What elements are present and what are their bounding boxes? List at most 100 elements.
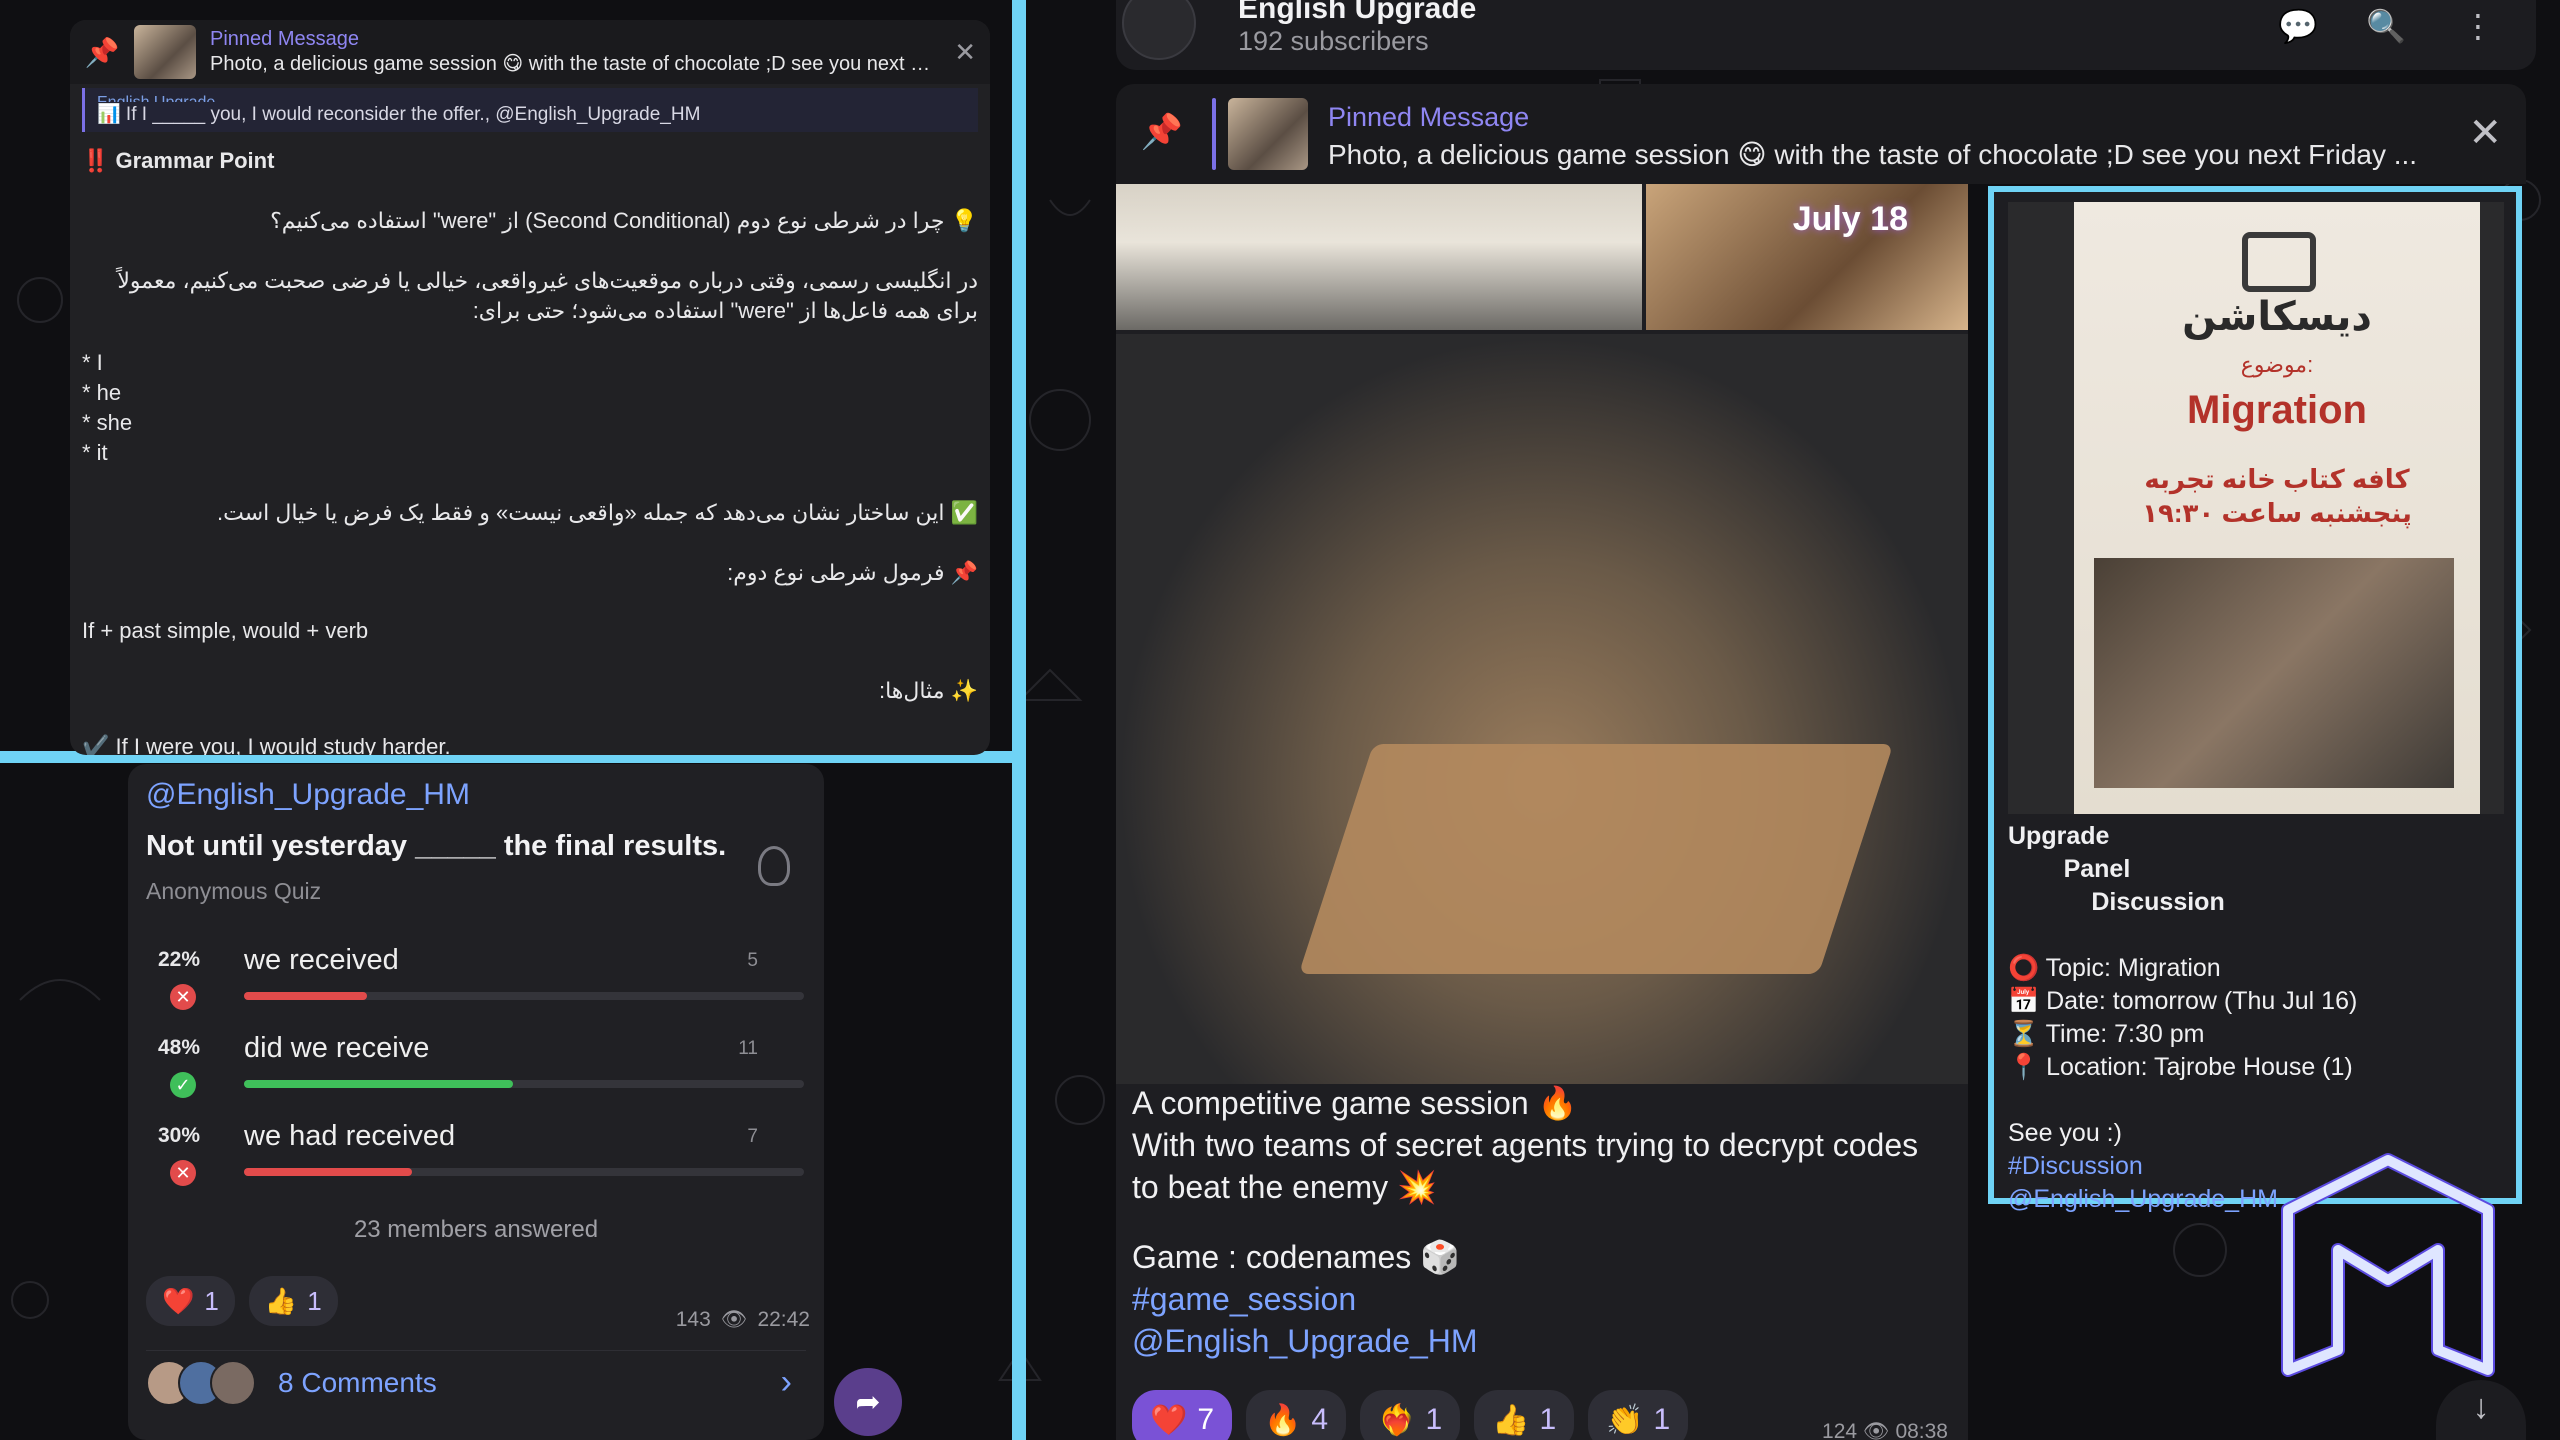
mention-link[interactable]: @English_Upgrade_HM: [1132, 1320, 1952, 1362]
reaction-count: 1: [1539, 1403, 1557, 1436]
reaction-emoji: ❤️: [162, 1285, 195, 1316]
quiz-meta: 143 👁 22:42: [676, 1308, 810, 1332]
reaction-chip[interactable]: ❤️‍🔥 1: [1360, 1390, 1461, 1440]
reply-name: English Upgrade: [97, 94, 966, 102]
event-photo[interactable]: July 18: [1645, 184, 1968, 330]
reaction-chip[interactable]: 🔥 4: [1246, 1390, 1347, 1440]
view-count: 143: [675, 1308, 711, 1331]
poster-photos: [2094, 558, 2454, 788]
option-text: we received: [244, 944, 399, 976]
reaction-emoji: 👍: [1492, 1403, 1530, 1437]
subscriber-count: 192 subscribers: [1238, 26, 1429, 56]
reaction-count: 1: [1425, 1403, 1443, 1436]
eye-icon: 👁: [720, 1308, 748, 1331]
pinned-bar-left[interactable]: 📌 Pinned Message Photo, a delicious game…: [70, 20, 990, 84]
option-bar: [244, 1168, 804, 1176]
caption-line: Panel: [2008, 855, 2131, 883]
quiz-question: Not until yesterday _____ the final resu…: [146, 830, 727, 862]
close-icon[interactable]: ✕: [954, 37, 976, 68]
caption-line: 📅 Date: tomorrow (Thu Jul 16): [2008, 987, 2358, 1015]
reaction-emoji: 👍: [264, 1285, 298, 1316]
reaction-chip[interactable]: ❤️ 7: [1132, 1390, 1233, 1440]
caption-line: Discussion: [2008, 888, 2225, 916]
search-icon[interactable]: 🔍: [2364, 4, 2408, 48]
subject-line: * she: [82, 410, 133, 435]
discussion-icon[interactable]: 💬: [2276, 4, 2320, 48]
eye-icon: 👁: [1862, 1420, 1890, 1440]
pinned-title: Pinned Message: [210, 28, 359, 50]
example-1: ✔️ If I were you, I would study harder.: [82, 734, 451, 755]
option-text: did we receive: [244, 1032, 430, 1064]
quiz-option[interactable]: 22% we received 5 ✕: [158, 940, 804, 1020]
hashtag-link[interactable]: #game_session: [1132, 1278, 1952, 1320]
reaction-chip[interactable]: 👍 1: [248, 1276, 338, 1326]
post-caption: A competitive game session 🔥 With two te…: [1132, 1082, 1952, 1362]
subject-line: * I: [82, 350, 103, 375]
caption-line: 📍 Location: Tajrobe House (1): [2008, 1053, 2353, 1081]
reaction-chip[interactable]: 👏 1: [1588, 1390, 1689, 1440]
pinned-text: Photo, a delicious game session 😋 with t…: [210, 53, 941, 75]
quiz-option[interactable]: 30% we had received 7 ✕: [158, 1116, 804, 1196]
message-time: 08:38: [1895, 1420, 1948, 1440]
reaction-count: 1: [1653, 1403, 1671, 1436]
quiz-option[interactable]: 48% did we receive 11 ✓: [158, 1028, 804, 1108]
vertical-divider: [1012, 0, 1026, 1440]
reaction-chip[interactable]: 👍 1: [1474, 1390, 1575, 1440]
comments-bar[interactable]: 8 Comments ›: [146, 1350, 806, 1414]
grammar-message: 📌 Pinned Message Photo, a delicious game…: [70, 20, 990, 755]
message-time: 22:42: [757, 1308, 810, 1331]
reply-quote[interactable]: English Upgrade 📊 If I _____ you, I woul…: [82, 88, 978, 132]
reaction-count: 4: [1311, 1403, 1329, 1436]
option-text: we had received: [244, 1120, 456, 1152]
pin-icon[interactable]: 📌: [84, 34, 120, 70]
reaction-chip[interactable]: ❤️ 1: [146, 1276, 235, 1326]
caption-line: ⭕ Topic: Migration: [2008, 954, 2221, 982]
quiz-channel-tag[interactable]: @English_Upgrade_HM: [146, 778, 470, 812]
pin-icon[interactable]: 📌: [1141, 113, 1183, 151]
wrong-icon: ✕: [170, 1160, 196, 1186]
game-photo[interactable]: [1116, 334, 1968, 1084]
avatar: [210, 1359, 256, 1406]
poster-image[interactable]: دیسکاشن موضوع: Migration کافه کتاب خانه …: [2008, 202, 2504, 814]
reaction-count: 7: [1197, 1403, 1215, 1436]
caption-line: ⏳ Time: 7:30 pm: [2008, 1020, 2205, 1048]
channel-name[interactable]: English Upgrade: [1238, 0, 1476, 26]
caption-line: See you :): [2008, 1119, 2122, 1147]
share-icon[interactable]: ➦: [834, 1368, 902, 1436]
view-count: 124: [1822, 1420, 1858, 1440]
reaction-emoji: ❤️‍🔥: [1378, 1403, 1416, 1437]
more-icon[interactable]: ⋮: [2456, 4, 2500, 48]
post-reactions: ❤️ 7 🔥 4 ❤️‍🔥 1 👍 1 👏 1: [1132, 1390, 1689, 1440]
option-percent: 22%: [158, 948, 201, 971]
quiz-message: @English_Upgrade_HM Not until yesterday …: [128, 764, 824, 1440]
option-count: 7: [747, 1126, 758, 1147]
pinned-thumbnail: [1228, 98, 1308, 170]
subject-line: * it: [82, 440, 108, 465]
bulb-icon[interactable]: [758, 846, 790, 886]
option-percent: 30%: [158, 1124, 201, 1147]
comments-label: 8 Comments: [278, 1366, 437, 1398]
fa-question: 💡 چرا در شرطی نوع دوم (Second Conditiona…: [270, 208, 978, 233]
brand-logo: [2281, 1153, 2495, 1377]
caption-line: Upgrade: [2008, 822, 2110, 850]
poster-topic-label: موضوع:: [2240, 352, 2314, 377]
reply-text: 📊 If I _____ you, I would reconsider the…: [97, 104, 701, 125]
caption-line: With two teams of secret agents trying t…: [1132, 1127, 1919, 1205]
channel-avatar[interactable]: [1122, 0, 1196, 60]
post-meta: 124 👁 08:38: [1822, 1420, 1948, 1440]
photo-strip[interactable]: July 18: [1116, 184, 1968, 330]
option-bar: [244, 1080, 804, 1088]
poster-time-line: پنجشنبه ساعت ۱۹:۳۰: [2142, 498, 2412, 528]
poster-title: دیسکاشن: [2182, 295, 2372, 339]
pinned-thumbnail: [134, 25, 196, 79]
group-photo[interactable]: [1116, 184, 1642, 330]
photo-date: July 18: [1792, 200, 1908, 238]
close-icon[interactable]: ✕: [2468, 110, 2502, 156]
option-count: 5: [747, 950, 758, 971]
pinned-text: Photo, a delicious game session 😋 with t…: [1328, 139, 2418, 170]
caption-line: Game : codenames 🎲: [1132, 1239, 1460, 1275]
option-bar-fill: [244, 1080, 513, 1088]
chevron-right-icon: ›: [780, 1363, 792, 1401]
wrong-icon: ✕: [170, 984, 196, 1010]
pinned-bar-right[interactable]: 📌 Pinned Message Photo, a delicious game…: [1116, 84, 2526, 184]
